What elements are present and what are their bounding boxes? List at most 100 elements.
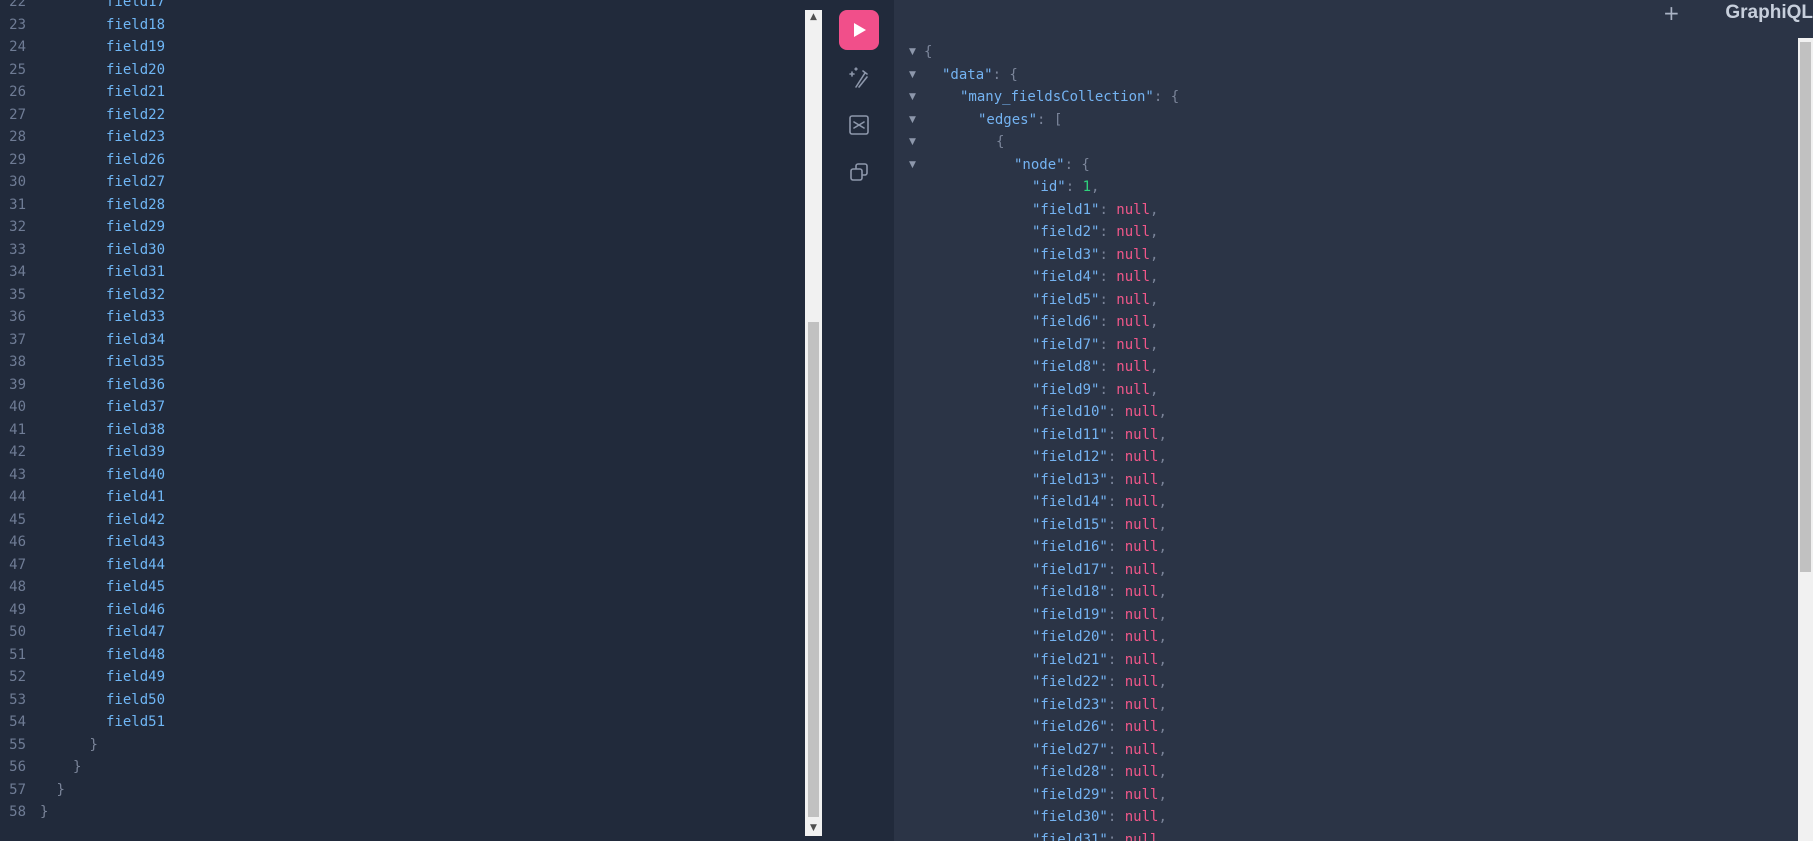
editor-line[interactable]: 42 field39 (0, 441, 800, 464)
editor-line[interactable]: 25 field20 (0, 59, 800, 82)
scroll-down-arrow-icon[interactable]: ▼ (805, 821, 822, 836)
json-token-nul: null (1124, 786, 1159, 803)
scroll-up-arrow-icon[interactable]: ▲ (805, 10, 822, 25)
json-line: "field19": null, (1032, 604, 1167, 627)
editor-line[interactable]: 32 field29 (0, 216, 800, 239)
editor-line[interactable]: 53 field50 (0, 689, 800, 712)
editor-line[interactable]: 40 field37 (0, 396, 800, 419)
editor-line[interactable]: 47 field44 (0, 554, 800, 577)
json-line: "field23": null, (1032, 694, 1167, 717)
editor-line[interactable]: 57} (0, 779, 800, 802)
json-token-key: "field8" (1032, 359, 1100, 375)
json-token-key: "edges" (978, 111, 1038, 128)
json-token-nul: null (1124, 404, 1159, 420)
result-line: "field21": null, (894, 649, 1784, 672)
result-scroll-thumb[interactable] (1800, 42, 1811, 572)
editor-line[interactable]: 35 field32 (0, 284, 800, 307)
json-line: "field29": null, (1032, 784, 1167, 807)
query-field: field43 (106, 534, 166, 550)
editor-line[interactable]: 29 field26 (0, 149, 800, 172)
json-token-punc: , (1158, 516, 1167, 533)
json-line: { (996, 131, 1004, 154)
result-line: "field30": null, (894, 806, 1784, 829)
json-token-nul: null (1116, 359, 1151, 375)
query-field: field51 (106, 714, 166, 730)
editor-line[interactable]: 44 field41 (0, 486, 800, 509)
result-line: "field23": null, (894, 694, 1784, 717)
json-token-punc: , (1150, 201, 1159, 218)
editor-line[interactable]: 36 field33 (0, 306, 800, 329)
json-token-key: "field26" (1032, 719, 1108, 735)
fold-toggle-icon[interactable]: ▼ (909, 131, 916, 154)
editor-line[interactable]: 43 field40 (0, 464, 800, 487)
fold-toggle-icon[interactable]: ▼ (909, 64, 916, 87)
editor-line[interactable]: 56} (0, 756, 800, 779)
editor-line[interactable]: 34 field31 (0, 261, 800, 284)
result-viewer[interactable]: ▼{▼ "data": {▼ "many_fieldsCollection": {▼… (894, 0, 1813, 841)
json-token-punc: : (1099, 336, 1117, 353)
line-number: 32 (9, 219, 26, 235)
editor-line[interactable]: 31 field28 (0, 194, 800, 217)
editor-line[interactable]: 33 field30 (0, 239, 800, 262)
editor-line[interactable]: 50 field47 (0, 621, 800, 644)
query-field: field29 (106, 219, 166, 235)
fold-toggle-icon[interactable]: ▼ (909, 154, 916, 177)
json-token-nul: null (1124, 584, 1159, 600)
json-token-key: "field15" (1032, 516, 1108, 533)
result-line: "field1": null, (894, 199, 1784, 222)
prettify-button[interactable] (839, 58, 879, 98)
editor-line[interactable]: 28 field23 (0, 126, 800, 149)
editor-line[interactable]: 55} (0, 734, 800, 757)
json-line: "field9": null, (1032, 379, 1158, 402)
json-token-punc: , (1150, 314, 1159, 330)
query-editor[interactable]: 22 field17 23 field18 24 field19 25 field20 26 fi… (0, 0, 822, 841)
editor-line[interactable]: 30 field27 (0, 171, 800, 194)
query-editor-scrollbar[interactable]: ▲ ▼ (805, 10, 822, 836)
query-field: field23 (106, 129, 166, 145)
result-scrollbar[interactable] (1798, 38, 1813, 841)
editor-line[interactable]: 41 field38 (0, 419, 800, 442)
merge-fragments-button[interactable] (839, 105, 879, 145)
fold-toggle-icon[interactable]: ▼ (909, 86, 916, 109)
query-field: field45 (106, 579, 166, 595)
editor-line[interactable]: 38 field35 (0, 351, 800, 374)
json-line: { (924, 41, 932, 64)
editor-line[interactable]: 26 field21 (0, 81, 800, 104)
json-token-punc: , (1158, 426, 1167, 443)
line-number: 38 (9, 354, 26, 370)
editor-line[interactable]: 49 field46 (0, 599, 800, 622)
editor-line[interactable]: 45 field42 (0, 509, 800, 532)
json-line: "field2": null, (1032, 221, 1158, 244)
editor-line[interactable]: 23 field18 (0, 14, 800, 37)
copy-query-button[interactable] (839, 152, 879, 192)
editor-line[interactable]: 51 field48 (0, 644, 800, 667)
editor-line[interactable]: 48 field45 (0, 576, 800, 599)
json-token-punc: , (1150, 359, 1159, 375)
json-token-punc: : (1107, 426, 1125, 443)
add-tab-button[interactable]: + (1663, 0, 1680, 26)
json-token-nul: null (1124, 516, 1159, 533)
json-token-punc: , (1158, 584, 1167, 600)
fold-toggle-icon[interactable]: ▼ (909, 109, 916, 132)
editor-line[interactable]: 39 field36 (0, 374, 800, 397)
fold-toggle-icon[interactable]: ▼ (909, 41, 916, 64)
editor-line[interactable]: 52 field49 (0, 666, 800, 689)
result-line: "field26": null, (894, 716, 1784, 739)
editor-line[interactable]: 54 field51 (0, 711, 800, 734)
json-line: "field4": null, (1032, 266, 1158, 289)
json-line: "field30": null, (1032, 806, 1167, 829)
editor-line[interactable]: 27 field22 (0, 104, 800, 127)
query-editor-scroll-thumb[interactable] (808, 322, 819, 817)
editor-line[interactable]: 46 field43 (0, 531, 800, 554)
json-token-punc: : (1107, 651, 1125, 668)
line-number: 45 (9, 511, 26, 528)
json-token-key: "field7" (1032, 336, 1100, 353)
editor-line[interactable]: 22 field17 (0, 0, 800, 14)
editor-line[interactable]: 37 field34 (0, 329, 800, 352)
json-line: "field13": null, (1032, 469, 1167, 492)
json-token-key: "field5" (1032, 291, 1100, 308)
editor-line[interactable]: 58} (0, 801, 800, 824)
line-number: 46 (9, 534, 26, 550)
editor-line[interactable]: 24 field19 (0, 36, 800, 59)
run-query-button[interactable] (839, 10, 879, 50)
